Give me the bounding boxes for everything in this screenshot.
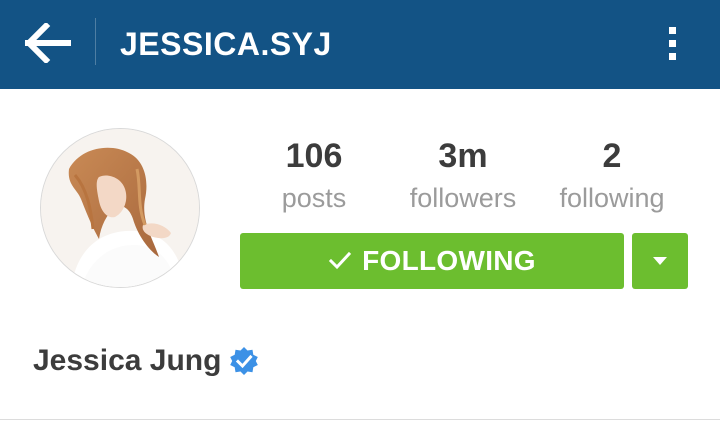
posts-label: posts [281,183,347,213]
following-button-label: FOLLOWING [362,245,536,276]
avatar[interactable] [40,128,200,288]
profile-username-title: JESSICA.SYJ [120,26,332,62]
followers-stat[interactable]: 3m followers [388,134,538,218]
following-count: 2 [602,137,622,175]
suggested-users-dropdown-button[interactable] [632,233,688,289]
following-label: following [559,183,665,213]
profile-photo [41,129,199,287]
followers-count: 3m [438,137,488,175]
followers-label: followers [409,183,517,213]
caret-down-icon [653,257,667,265]
profile-name-row: Jessica Jung [33,340,259,382]
following-stat[interactable]: 2 following [537,134,687,218]
section-divider [0,419,720,420]
profile-display-name: Jessica Jung [33,344,222,377]
more-vertical-icon [668,26,676,34]
more-options-button[interactable] [652,20,692,66]
app-bar: JESSICA.SYJ [0,0,720,89]
back-button[interactable] [22,20,74,66]
posts-stat[interactable]: 106 posts [239,134,389,218]
following-button[interactable]: FOLLOWING [240,233,624,289]
posts-count: 106 [285,137,343,175]
more-vertical-icon-dot [668,39,676,47]
verified-badge-icon [229,346,259,376]
checkmark-icon [328,251,352,271]
app-bar-divider [95,18,96,65]
more-vertical-icon-dot [668,52,676,60]
arrow-left-icon [24,23,71,63]
